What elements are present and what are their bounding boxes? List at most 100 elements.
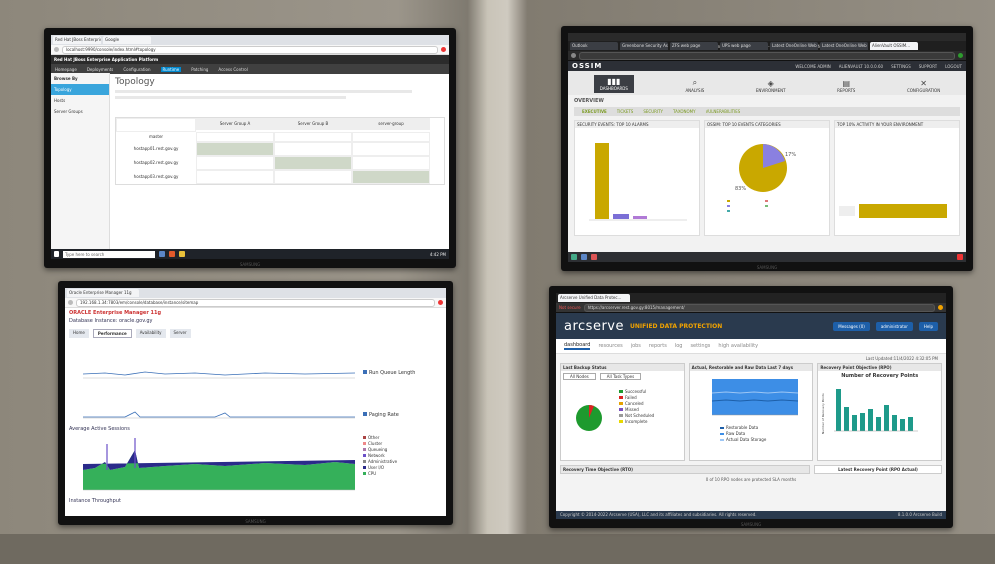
back-icon[interactable] [571, 53, 576, 58]
bar [852, 415, 858, 431]
nav-reports[interactable]: reports [649, 343, 667, 349]
help-button[interactable]: Help [918, 321, 938, 331]
widget-alarms: SECURITY EVENTS: TOP 10 ALARMS [574, 120, 700, 236]
sidebar-item-server-groups[interactable]: Server Groups [51, 106, 109, 117]
tray-icon[interactable] [957, 254, 963, 260]
taskbar-app-icon[interactable] [179, 251, 185, 257]
monitor-bottom-left: Oracle Enterprise Manager 11g 192.168.1.… [58, 281, 453, 525]
ossim-logo: OSSIM [572, 62, 603, 70]
nav-resources[interactable]: resources [598, 343, 622, 349]
url-field[interactable]: 192.168.1.34:7803/em/console/database/in… [76, 298, 435, 307]
svg-text:Not Scheduled: Not Scheduled [625, 413, 655, 418]
sidebar-item-hosts[interactable]: Hosts [51, 95, 109, 106]
nav-log[interactable]: log [675, 343, 683, 349]
col-header: server-group [352, 118, 430, 130]
host-row-label: master [148, 134, 164, 139]
tab-home[interactable]: Home [69, 329, 89, 338]
browser-tab[interactable]: Latest OneOnline Web Card -... [820, 42, 868, 50]
tab-server[interactable]: Server [169, 329, 191, 338]
nav-homepage[interactable]: Homepage [55, 67, 77, 72]
nav-settings[interactable]: settings [690, 343, 710, 349]
oracle-header: ORACLE Enterprise Manager 11g [69, 310, 162, 316]
url-field[interactable]: https://arcserver.rest.gov.gy:8015/manag… [583, 303, 935, 312]
nav-patching[interactable]: Patching [191, 67, 208, 72]
nav-high-availability[interactable]: high availability [718, 343, 758, 349]
menu-reports[interactable]: ▤ REPORTS [837, 79, 855, 93]
browser-tab-bar: Oracle Enterprise Manager 11g [65, 288, 446, 298]
bar [892, 415, 898, 431]
widgets-row: SECURITY EVENTS: TOP 10 ALARMS OSSIM: TO… [568, 116, 966, 240]
browser-tab-active[interactable]: AlienVault OSSIM... [870, 42, 918, 50]
description-line [115, 90, 412, 93]
address-bar [568, 51, 966, 61]
data-area-chart: Restorable Data Raw Data Actual Data Sto… [711, 379, 798, 442]
server-cell[interactable] [352, 170, 430, 184]
logout-link[interactable]: LOGOUT [945, 64, 962, 69]
windows-start-icon[interactable] [54, 251, 59, 257]
taskbar-app-icon[interactable] [159, 251, 165, 257]
browser-tab[interactable]: UPS web page [720, 42, 768, 50]
sidebar-item-topology[interactable]: Topology [51, 84, 109, 95]
taskbar-search[interactable]: Type here to search [63, 250, 155, 258]
user-menu-button[interactable]: administrator [875, 321, 913, 331]
bar [613, 214, 629, 219]
filter-nodes[interactable]: All Nodes [563, 373, 596, 380]
rpo-y-label: Number of Recovery Points [821, 393, 825, 434]
nav-runtime[interactable]: Runtime [160, 66, 182, 72]
browser-tab[interactable]: Oracle Enterprise Manager 11g [67, 289, 139, 297]
taskbar-app-icon[interactable] [169, 251, 175, 257]
monitor-top-left: Red Hat JBoss Enterprise... Google local… [44, 28, 456, 268]
menu-icon[interactable] [571, 254, 577, 260]
server-cell[interactable] [196, 142, 274, 156]
nav-deployments[interactable]: Deployments [87, 67, 114, 72]
back-icon[interactable] [68, 300, 73, 305]
tab-performance[interactable]: Performance [92, 329, 132, 338]
back-icon[interactable] [54, 47, 59, 52]
nav-configuration[interactable]: Configuration [123, 67, 150, 72]
subtab-vulnerabilities[interactable]: VULNERABILITIES [706, 109, 741, 114]
svg-text:Cluster: Cluster [368, 441, 383, 446]
browser-tab[interactable]: Greenbone Security Assi... [620, 42, 668, 50]
support-link[interactable]: SUPPORT [919, 64, 937, 69]
menu-dashboards[interactable]: ▮▮▮ DASHBOARDS [593, 75, 634, 93]
subtab-executive[interactable]: EXECUTIVE [582, 109, 607, 114]
extension-icon[interactable] [958, 53, 963, 58]
profile-icon[interactable] [938, 305, 943, 310]
panel-last-backup: Last Backup Status All Nodes All Task Ty… [560, 363, 685, 461]
subtab-tickets[interactable]: TICKETS [617, 109, 634, 114]
browser-tab-bar: Outlook Greenbone Security Assi... ZFS w… [568, 41, 966, 51]
menu-configuration[interactable]: ✕ CONFIGURATION [907, 79, 940, 93]
monitor-bottom-right: Arcserve Unified Data Protec... Not secu… [549, 286, 953, 528]
settings-link[interactable]: SETTINGS [891, 64, 911, 69]
subtab-taxonomy[interactable]: TAXONOMY [673, 109, 696, 114]
server-cell[interactable] [274, 156, 352, 170]
filter-task-types[interactable]: All Task Types [599, 373, 642, 380]
subtab-security[interactable]: SECURITY [643, 109, 663, 114]
url-field[interactable] [579, 51, 955, 60]
svg-text:Canceled: Canceled [625, 401, 644, 406]
browser-tab[interactable]: Outlook [570, 42, 618, 50]
extension-icon[interactable] [441, 47, 446, 52]
browser-tab[interactable]: Arcserve Unified Data Protec... [558, 294, 630, 302]
arcserve-nav: dashboard resources jobs reports log set… [556, 339, 946, 354]
extension-icon[interactable] [438, 300, 443, 305]
taskbar-app-icon[interactable] [591, 254, 597, 260]
bezel-brand: SAMSUNG [245, 519, 266, 524]
svg-text:User I/O: User I/O [368, 465, 384, 470]
browser-tab[interactable]: Red Hat JBoss Enterprise... [53, 36, 101, 44]
menu-analysis[interactable]: ⌕ ANALYSIS [685, 78, 704, 93]
nav-jobs[interactable]: jobs [631, 343, 641, 349]
nav-dashboard[interactable]: dashboard [564, 342, 591, 350]
widget-activity: TOP 10% ACTIVITY IN YOUR ENVIRONMENT [834, 120, 960, 236]
messages-button[interactable]: Messages (0) [833, 321, 870, 331]
svg-text:CPU: CPU [368, 471, 376, 476]
bar [844, 407, 850, 431]
browser-tab[interactable]: Latest OneOnline Web Card -... [770, 42, 818, 50]
nav-access-control[interactable]: Access Control [218, 67, 247, 72]
browser-tab[interactable]: Google [103, 36, 151, 44]
tab-availability[interactable]: Availability [135, 329, 166, 338]
taskbar-app-icon[interactable] [581, 254, 587, 260]
url-field[interactable]: localhost:9990/console/index.html#topolo… [62, 45, 438, 54]
browser-tab[interactable]: ZFS web page [670, 42, 718, 50]
menu-environment[interactable]: ◈ ENVIRONMENT [756, 79, 786, 93]
